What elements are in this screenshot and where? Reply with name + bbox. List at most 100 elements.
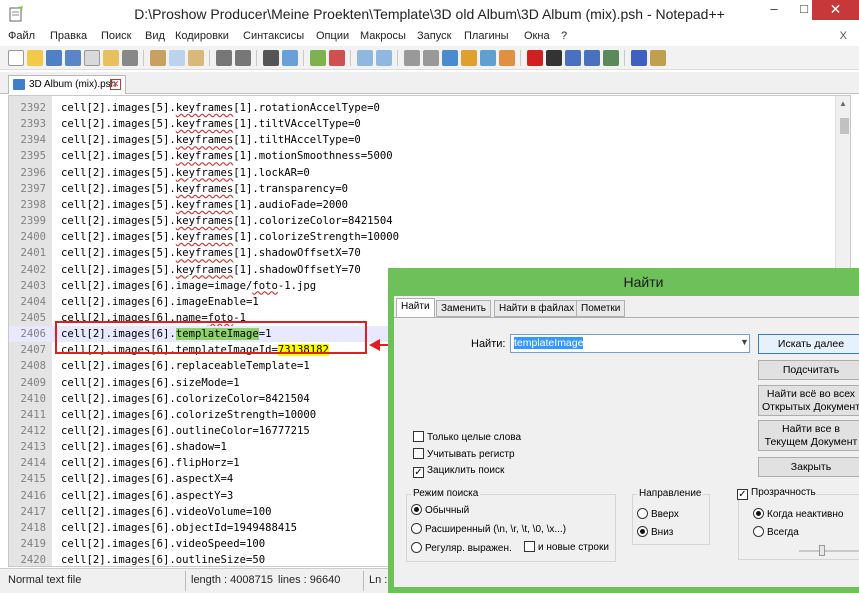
status-file-type: Normal text file bbox=[8, 574, 82, 586]
code-line[interactable]: 2399 cell[2].images[5].keyframes[1].color… bbox=[9, 213, 835, 229]
status-ln: Ln : bbox=[369, 574, 388, 586]
direction-down-radio[interactable]: Вниз bbox=[637, 526, 673, 538]
sync-vertical-icon[interactable] bbox=[357, 50, 373, 66]
line-number: 2418 bbox=[20, 521, 46, 534]
radio-icon bbox=[637, 508, 648, 519]
tab-find-in-files[interactable]: Найти в файлах bbox=[494, 300, 580, 317]
function-list-icon[interactable] bbox=[499, 50, 515, 66]
save-icon[interactable] bbox=[46, 50, 62, 66]
new-file-icon[interactable] bbox=[8, 50, 24, 66]
paste-icon[interactable] bbox=[188, 50, 204, 66]
menu-search[interactable]: Поиск bbox=[101, 30, 131, 42]
code-line[interactable]: 2393 cell[2].images[5].keyframes[1].tiltV… bbox=[9, 116, 835, 132]
code-line[interactable]: 2398 cell[2].images[5].keyframes[1].audio… bbox=[9, 197, 835, 213]
code-line[interactable]: 2397 cell[2].images[5].keyframes[1].trans… bbox=[9, 181, 835, 197]
menu-run[interactable]: Запуск bbox=[417, 30, 451, 42]
menu-syntax[interactable]: Синтаксисы bbox=[243, 30, 304, 42]
menu-view[interactable]: Вид bbox=[145, 30, 165, 42]
code-line[interactable]: 2392 cell[2].images[5].keyframes[1].rotat… bbox=[9, 100, 835, 116]
scroll-thumb[interactable] bbox=[840, 118, 849, 134]
whole-word-checkbox[interactable]: Только целые слова bbox=[413, 431, 521, 443]
transparency-always-radio[interactable]: Всегда bbox=[753, 526, 799, 538]
tab-marks[interactable]: Пометки bbox=[576, 300, 626, 317]
minimize-button[interactable]: – bbox=[760, 0, 788, 20]
count-button[interactable]: Подсчитать bbox=[758, 360, 859, 380]
line-code: cell[2].images[6].aspectY=3 bbox=[61, 488, 233, 504]
tab-close-icon[interactable]: ✕ bbox=[110, 79, 121, 90]
code-line[interactable]: 2396 cell[2].images[5].keyframes[1].lockA… bbox=[9, 165, 835, 181]
line-code: cell[2].images[6].aspectX=4 bbox=[61, 471, 233, 487]
show-all-chars-icon[interactable] bbox=[423, 50, 439, 66]
line-number: 2406 bbox=[20, 328, 46, 341]
menu-macros[interactable]: Макросы bbox=[360, 30, 406, 42]
code-line[interactable]: 2401 cell[2].images[5].keyframes[1].shado… bbox=[9, 245, 835, 261]
word-wrap-icon[interactable] bbox=[404, 50, 420, 66]
code-text: cell[2].images[6].outlineSize=50 bbox=[61, 554, 266, 567]
replace-icon[interactable] bbox=[282, 50, 298, 66]
transparency-checkbox[interactable]: ✓ Прозрачность bbox=[737, 487, 816, 500]
undo-icon[interactable] bbox=[216, 50, 232, 66]
close-button[interactable]: ✕ bbox=[812, 0, 859, 20]
line-code: cell[2].images[5].keyframes[1].rotationA… bbox=[61, 100, 380, 116]
line-code: cell[2].images[5].keyframes[1].shadowOff… bbox=[61, 262, 361, 278]
plugin-icon[interactable] bbox=[650, 50, 666, 66]
find-next-button[interactable]: Искать далее bbox=[758, 334, 859, 354]
indent-guide-icon[interactable] bbox=[442, 50, 458, 66]
scroll-up-icon[interactable]: ▲ bbox=[839, 99, 847, 108]
tab-3d-album-mix[interactable]: 3D Album (mix).psh ✕ bbox=[8, 75, 126, 94]
sync-horizontal-icon[interactable] bbox=[376, 50, 392, 66]
find-input[interactable]: templateImage bbox=[510, 334, 750, 353]
dot-matches-newline-checkbox[interactable]: и новые строки bbox=[524, 541, 609, 553]
close-file-icon[interactable] bbox=[84, 50, 100, 66]
find-all-current-doc-button[interactable]: Найти все в Текущем Документ bbox=[758, 420, 859, 451]
zoom-in-icon[interactable] bbox=[310, 50, 326, 66]
line-number: 2397 bbox=[20, 182, 46, 195]
mode-normal-radio[interactable]: Обычный bbox=[411, 504, 469, 516]
close-all-icon[interactable] bbox=[103, 50, 119, 66]
menu-options[interactable]: Опции bbox=[316, 30, 349, 42]
line-number: 2411 bbox=[20, 408, 46, 421]
menu-encoding[interactable]: Кодировки bbox=[175, 30, 229, 42]
find-icon[interactable] bbox=[263, 50, 279, 66]
copy-icon[interactable] bbox=[169, 50, 185, 66]
match-case-checkbox[interactable]: Учитывать регистр bbox=[413, 448, 515, 460]
cut-icon[interactable] bbox=[150, 50, 166, 66]
code-line[interactable]: 2400 cell[2].images[5].keyframes[1].color… bbox=[9, 229, 835, 245]
play-macro-icon[interactable] bbox=[565, 50, 581, 66]
document-map-icon[interactable] bbox=[480, 50, 496, 66]
transparency-slider-thumb[interactable] bbox=[819, 545, 825, 556]
open-file-icon[interactable] bbox=[27, 50, 43, 66]
menu-file[interactable]: Файл bbox=[8, 30, 35, 42]
menu-windows[interactable]: Окна bbox=[524, 30, 550, 42]
run-macro-multiple-icon[interactable] bbox=[584, 50, 600, 66]
wrap-around-checkbox[interactable]: ✓ Зациклить поиск bbox=[413, 465, 504, 478]
tab-replace[interactable]: Заменить bbox=[436, 300, 491, 317]
code-line[interactable]: 2395 cell[2].images[5].keyframes[1].motio… bbox=[9, 148, 835, 164]
chevron-down-icon[interactable]: ▼ bbox=[740, 337, 749, 347]
mode-regex-radio[interactable]: Регуляр. выражен. bbox=[411, 542, 512, 554]
spellcheck-word: keyframes bbox=[175, 182, 234, 195]
code-line[interactable]: 2394 cell[2].images[5].keyframes[1].tiltH… bbox=[9, 132, 835, 148]
zoom-out-icon[interactable] bbox=[329, 50, 345, 66]
save-macro-icon[interactable] bbox=[603, 50, 619, 66]
redo-icon[interactable] bbox=[235, 50, 251, 66]
mode-extended-radio[interactable]: Расширенный (\n, \r, \t, \0, \x...) bbox=[411, 523, 566, 535]
find-all-open-docs-button[interactable]: Найти всё во всех Открытых Документ bbox=[758, 385, 859, 416]
tab-find[interactable]: Найти bbox=[396, 298, 435, 318]
spell-check-icon[interactable] bbox=[631, 50, 647, 66]
spellcheck-word: keyframes bbox=[175, 263, 234, 276]
menu-close-button[interactable]: X bbox=[840, 30, 847, 42]
code-text: cell[2].images[6].sizeMode=1 bbox=[61, 376, 240, 389]
menu-edit[interactable]: Правка bbox=[50, 30, 87, 42]
menu-help[interactable]: ? bbox=[561, 30, 567, 42]
print-icon[interactable] bbox=[122, 50, 138, 66]
direction-up-radio[interactable]: Вверх bbox=[637, 508, 679, 520]
transparency-inactive-radio[interactable]: Когда неактивно bbox=[753, 508, 843, 520]
stop-macro-icon[interactable] bbox=[546, 50, 562, 66]
language-icon[interactable] bbox=[461, 50, 477, 66]
record-macro-icon[interactable] bbox=[527, 50, 543, 66]
line-code: cell[2].images[6].shadow=1 bbox=[61, 439, 227, 455]
close-dialog-button[interactable]: Закрыть bbox=[758, 457, 859, 477]
save-all-icon[interactable] bbox=[65, 50, 81, 66]
menu-plugins[interactable]: Плагины bbox=[464, 30, 509, 42]
